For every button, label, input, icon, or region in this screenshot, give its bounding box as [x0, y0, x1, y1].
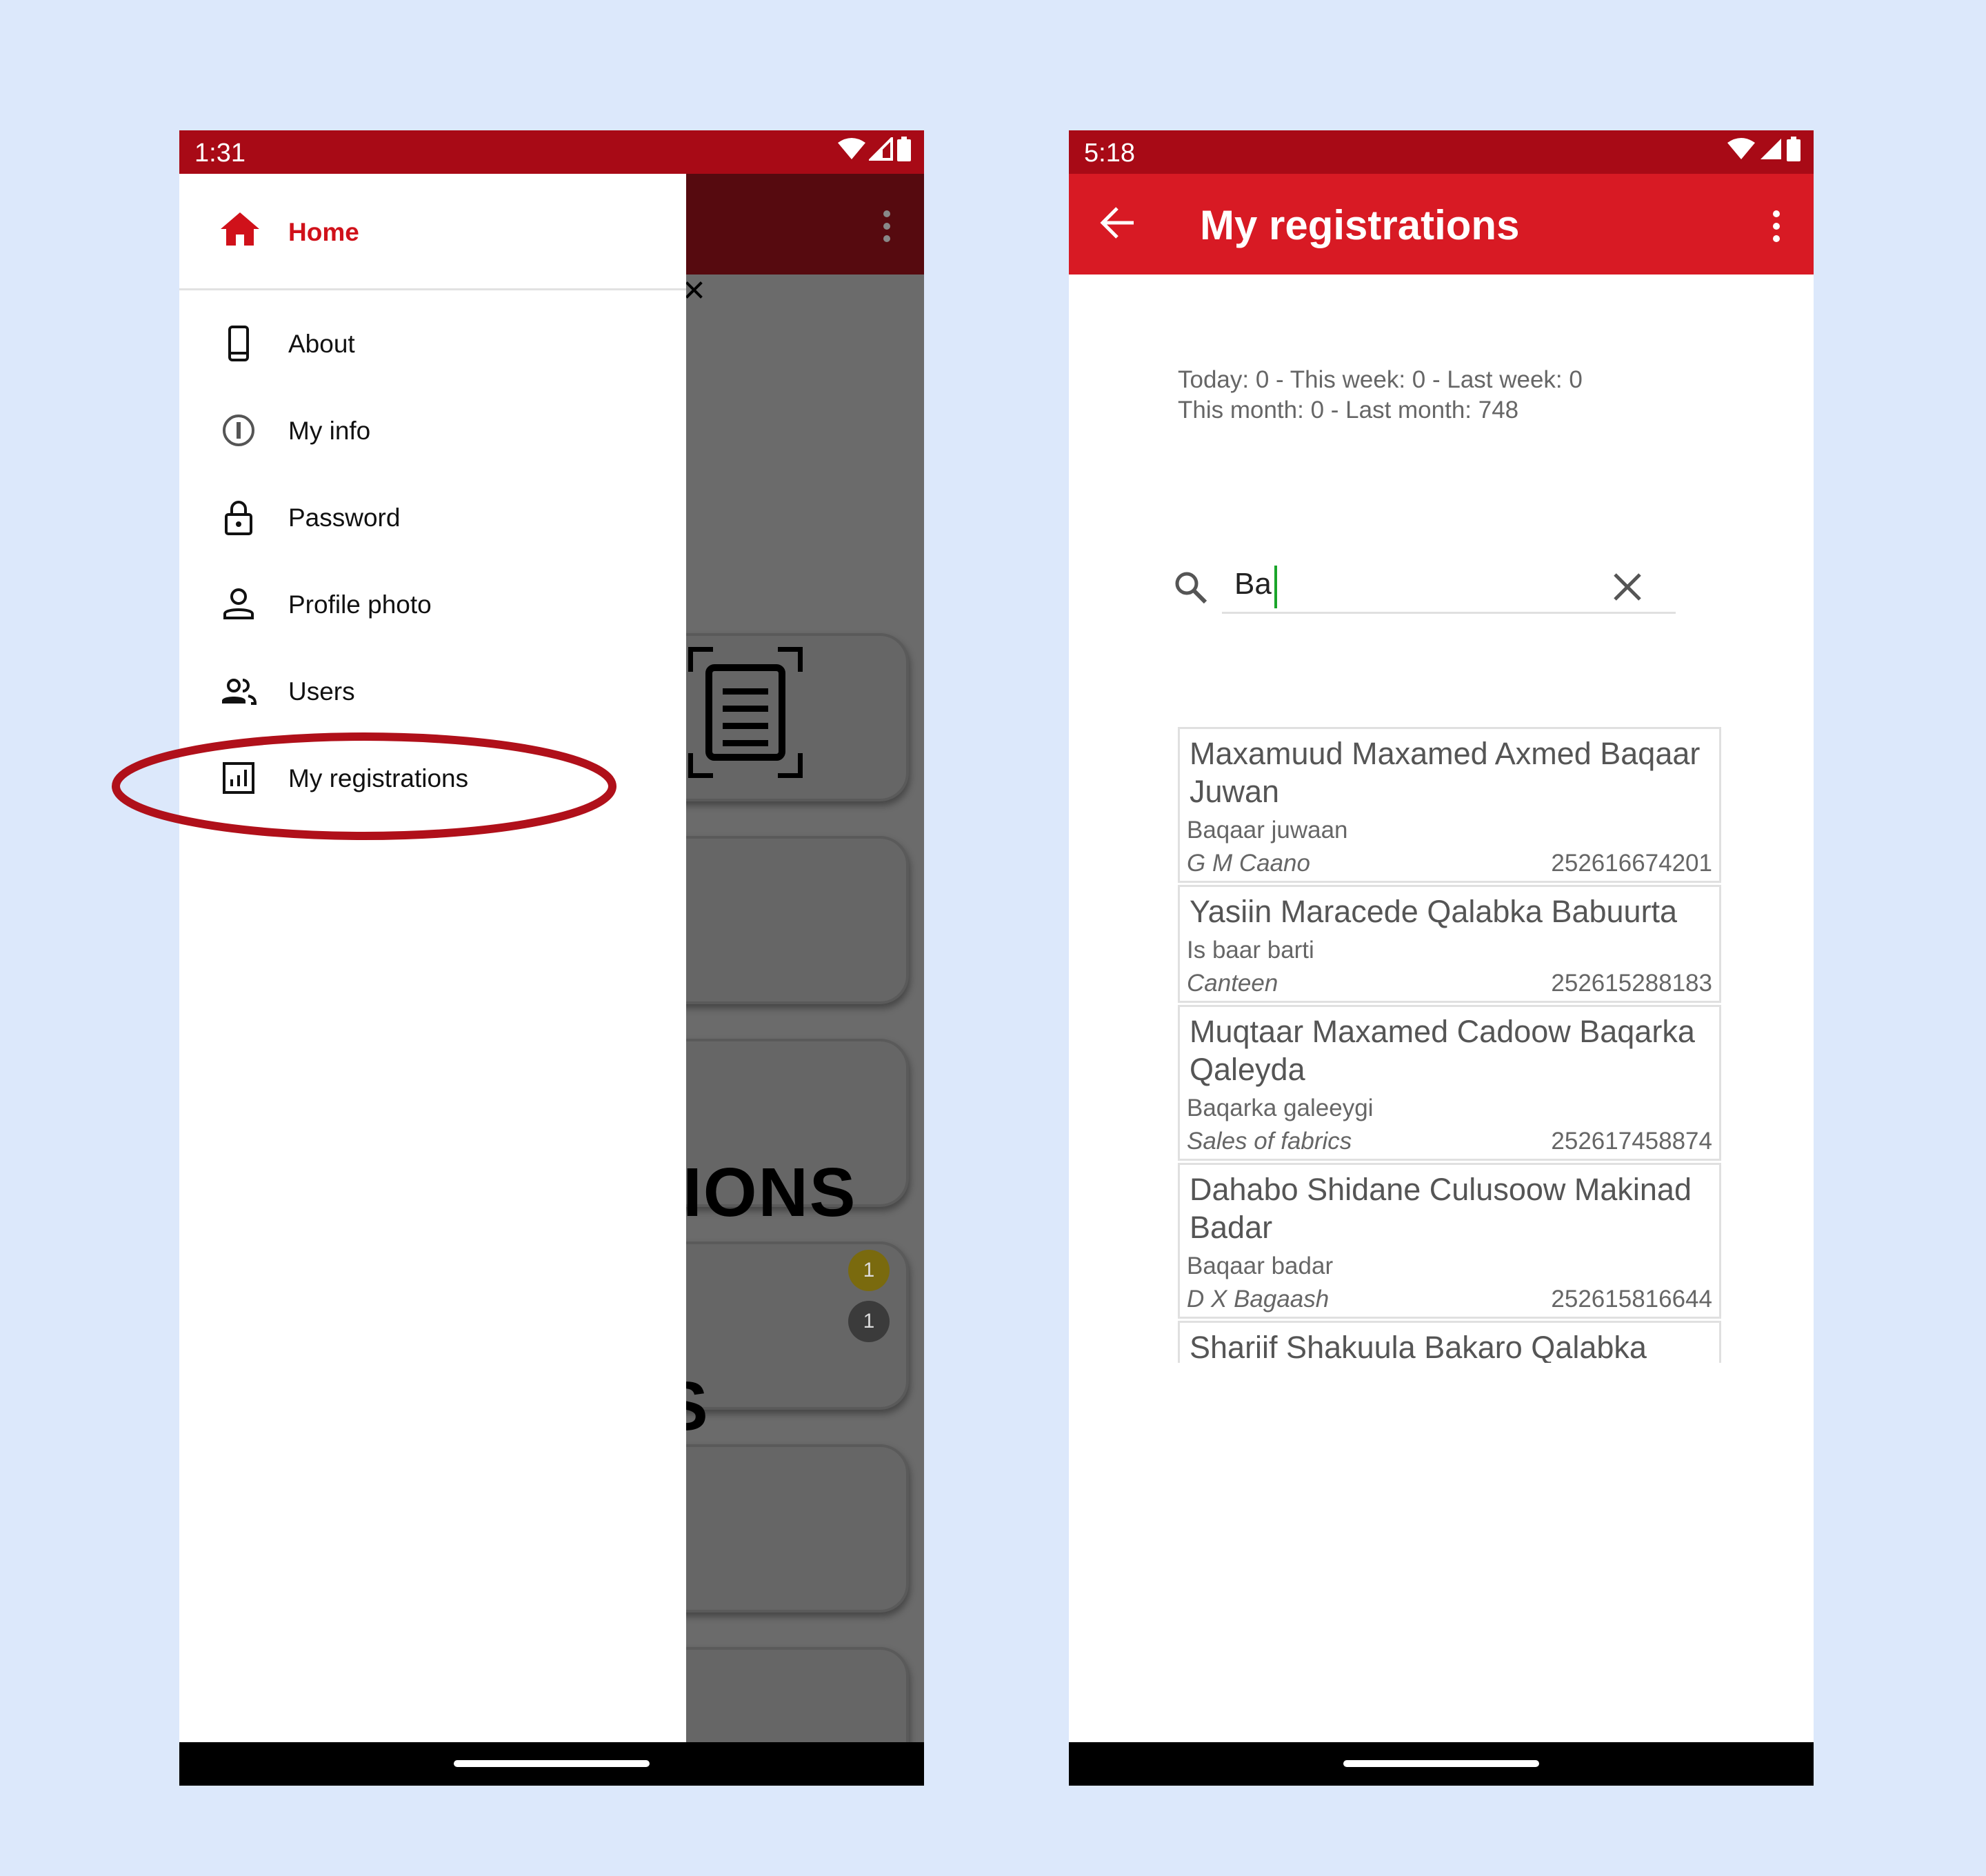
right-phone-screen: 5:18 My registrations Today: 0 - This we…: [1069, 130, 1814, 1786]
left-phone-screen: 1:31 × IONS 1 1 S Home: [179, 130, 924, 1786]
app-bar: My registrations: [1069, 174, 1814, 275]
highlight-annotation: [112, 732, 616, 840]
scan-document-icon: [688, 647, 803, 778]
registration-phone: 252615288183: [1551, 970, 1712, 997]
registration-description: Is baar barti: [1187, 937, 1314, 964]
wifi-icon: [1727, 138, 1755, 159]
registration-name: Shariif Shakuula Bakaro Qalabka: [1190, 1330, 1647, 1363]
status-icons: [1727, 137, 1801, 161]
registration-location: D X Bagaash: [1187, 1286, 1330, 1313]
drawer-item-about[interactable]: About: [179, 309, 686, 378]
person-icon: [223, 588, 254, 619]
status-time: 5:18: [1084, 139, 1135, 168]
drawer-item-label: About: [288, 330, 355, 358]
registration-name: Yasiin Maracede Qalabka Babuurta: [1190, 894, 1678, 929]
drawer-home-label: Home: [288, 218, 359, 246]
registrations-list[interactable]: Maxamuud Maxamed Axmed Baqaar Juwan Baqa…: [1178, 727, 1721, 1363]
status-icons: [837, 137, 912, 161]
notification-badge: 1: [848, 1301, 890, 1342]
clear-search-icon[interactable]: [1612, 572, 1643, 602]
status-time: 1:31: [194, 139, 245, 168]
system-navigation-bar: [1069, 1742, 1814, 1786]
registration-item[interactable]: Muqtaar Maxamed Cadoow Baqarka Qaleyda B…: [1178, 1005, 1721, 1161]
registration-description: Baqarka galeeygi: [1187, 1095, 1374, 1121]
drawer-item-my-info[interactable]: My info: [179, 396, 686, 465]
signal-icon: [869, 137, 893, 161]
lock-icon: [225, 501, 252, 535]
stats-line: This month: 0 - Last month: 748: [1178, 397, 1519, 423]
registration-item[interactable]: Dahabo Shidane Culusoow Makinad Badar Ba…: [1178, 1163, 1721, 1319]
navigation-drawer: Home About My info Password Profile phot…: [179, 174, 686, 1742]
battery-icon: [1787, 137, 1801, 161]
search-icon: [1175, 572, 1207, 604]
people-icon: [222, 679, 257, 705]
drawer-item-label: Profile photo: [288, 590, 432, 619]
registration-name: Dahabo Shidane Culusoow Makinad Badar: [1190, 1172, 1692, 1245]
status-bar: 1:31: [179, 130, 924, 174]
drawer-item-users[interactable]: Users: [179, 657, 686, 726]
drawer-item-password[interactable]: Password: [179, 483, 686, 552]
background-card-text: IONS: [683, 1154, 857, 1231]
system-navigation-bar: [179, 1742, 924, 1786]
phone-device-icon: [228, 326, 249, 361]
drawer-item-profile-photo[interactable]: Profile photo: [179, 570, 686, 639]
more-options-icon[interactable]: [1771, 210, 1782, 243]
notification-badge: 1: [848, 1250, 890, 1291]
registration-item[interactable]: Yasiin Maracede Qalabka Babuurta Is baar…: [1178, 885, 1721, 1003]
registration-description: Baqaar badar: [1187, 1253, 1334, 1279]
search-input[interactable]: [1222, 557, 1676, 614]
page-title: My registrations: [1200, 202, 1520, 248]
home-gesture-handle[interactable]: [454, 1760, 650, 1767]
registration-name: Muqtaar Maxamed Cadoow Baqarka Qaleyda: [1190, 1014, 1695, 1087]
drawer-item-label: My info: [288, 417, 371, 445]
drawer-item-label: Password: [288, 503, 401, 532]
registration-item[interactable]: Maxamuud Maxamed Axmed Baqaar Juwan Baqa…: [1178, 727, 1721, 883]
registration-item[interactable]: Shariif Shakuula Bakaro Qalabka: [1178, 1321, 1721, 1363]
more-options-icon: [883, 210, 890, 242]
registration-stats: Today: 0 - This week: 0 - Last week: 0 T…: [1178, 365, 1583, 426]
drawer-item-home[interactable]: Home: [179, 174, 686, 290]
registration-location: G M Caano: [1187, 850, 1310, 877]
text-cursor: [1274, 566, 1277, 608]
home-icon: [221, 212, 259, 246]
registration-phone: 252617458874: [1551, 1128, 1712, 1155]
status-bar: 5:18: [1069, 130, 1814, 174]
registration-location: Sales of fabrics: [1187, 1128, 1352, 1155]
back-arrow-icon[interactable]: [1099, 206, 1135, 240]
info-icon: [223, 415, 254, 446]
stats-line: Today: 0 - This week: 0 - Last week: 0: [1178, 366, 1583, 393]
registration-phone: 252616674201: [1551, 850, 1712, 877]
home-gesture-handle[interactable]: [1343, 1760, 1539, 1767]
signal-icon: [1761, 139, 1781, 159]
drawer-item-label: Users: [288, 677, 355, 706]
registration-phone: 252615816644: [1551, 1286, 1712, 1313]
wifi-icon: [838, 138, 865, 159]
registration-name: Maxamuud Maxamed Axmed Baqaar Juwan: [1190, 736, 1701, 809]
registration-description: Baqaar juwaan: [1187, 817, 1348, 844]
battery-icon: [897, 137, 911, 161]
registration-location: Canteen: [1187, 970, 1278, 997]
